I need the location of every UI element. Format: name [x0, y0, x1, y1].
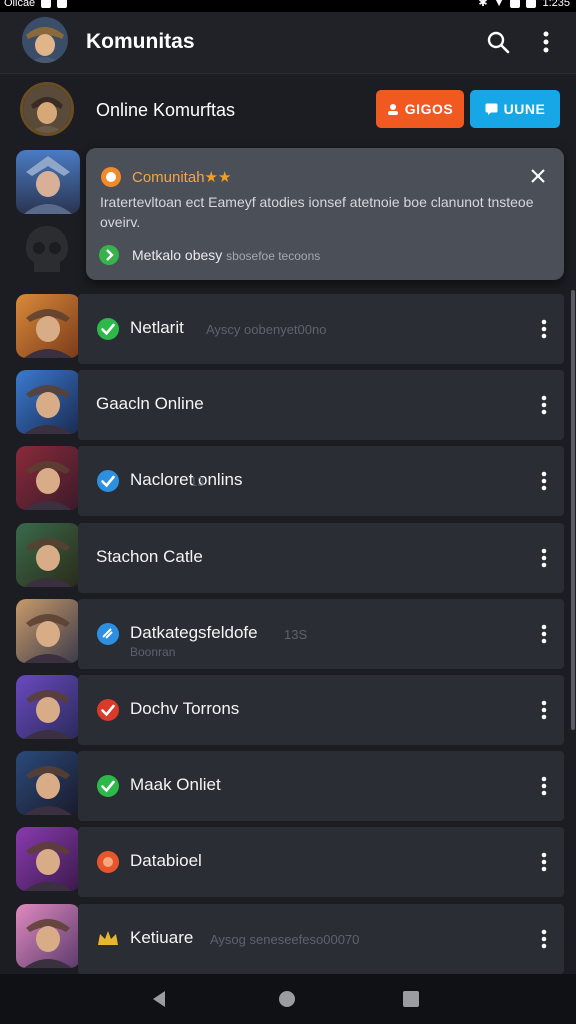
warning-check-icon — [96, 698, 120, 722]
member-avatar[interactable] — [16, 904, 80, 968]
more-options-icon[interactable] — [534, 848, 554, 876]
member-name: Ketiuare — [130, 928, 194, 947]
member-subtitle: Boonran — [130, 645, 176, 659]
check-circle-icon — [98, 244, 120, 266]
orange-button-label: GIGOS — [404, 101, 454, 117]
member-avatar[interactable] — [16, 827, 80, 891]
blue-button-label: UUNE — [503, 101, 546, 117]
member-meta: 13S — [284, 627, 308, 642]
notification-icon — [41, 0, 52, 8]
member-avatar[interactable] — [16, 446, 80, 510]
notification-footer-meta: sbosefoe tecoons — [226, 249, 321, 263]
member-avatar[interactable] — [16, 370, 80, 434]
member-name: Dochv Torrons — [130, 699, 240, 718]
list-item[interactable]: Gaacln Online — [78, 370, 564, 440]
list-item[interactable]: Dochv Torrons — [78, 675, 564, 745]
member-name: Datkategsfeldofe — [130, 623, 258, 642]
more-options-icon[interactable] — [534, 620, 554, 648]
list-item[interactable]: Maak Onliet — [78, 751, 564, 821]
list-item[interactable]: Databioel — [78, 827, 564, 897]
page-title: Komunitas — [86, 30, 195, 53]
member-name: Netlarit — [130, 318, 184, 337]
more-options-icon[interactable] — [534, 772, 554, 800]
online-community-header: Online Komurftas GIGOS UUNE — [0, 74, 576, 146]
crown-icon — [96, 927, 120, 951]
status-bar: Olicae ✱ ▼ 1:235 — [0, 0, 576, 12]
search-icon[interactable] — [484, 28, 512, 56]
more-options-icon[interactable] — [534, 315, 554, 343]
navigation-bar — [0, 974, 576, 1024]
member-meta: Ayscy oobenyet00no — [206, 322, 327, 337]
member-avatar[interactable] — [16, 523, 80, 587]
scrollbar[interactable] — [571, 290, 575, 730]
member-name: Stachon Catle — [96, 547, 203, 566]
notification-title-text: Comunitah — [132, 169, 205, 186]
member-name: Maak Onliet — [130, 775, 221, 794]
orange-dot-icon — [96, 850, 120, 874]
overflow-menu-icon[interactable] — [534, 28, 558, 56]
list-item[interactable]: Netlarit Ayscy oobenyet00no — [78, 294, 564, 364]
notification-body: Iratertevltoan ect Eameyf atodies ionsef… — [100, 194, 534, 230]
close-icon[interactable] — [526, 164, 550, 188]
user-avatar[interactable] — [22, 17, 68, 63]
community-badge-icon — [100, 166, 122, 188]
member-avatar[interactable] — [16, 675, 80, 739]
skull-icon — [22, 222, 72, 278]
online-check-icon — [96, 774, 120, 798]
member-avatar[interactable] — [16, 599, 80, 663]
more-options-icon[interactable] — [534, 467, 554, 495]
community-avatar[interactable] — [20, 82, 74, 136]
online-community-title: Online Komurftas — [96, 100, 236, 120]
recents-icon[interactable] — [398, 986, 424, 1012]
message-icon — [485, 103, 498, 115]
notification-title: Comunitah★★ — [132, 168, 231, 186]
list-item[interactable]: Nacloret onlins 13 — [78, 446, 564, 516]
member-name: Nacloret onlins — [130, 470, 243, 489]
more-options-icon[interactable] — [534, 925, 554, 953]
top-app-bar: Komunitas — [0, 12, 576, 74]
orange-action-button[interactable]: GIGOS — [376, 90, 464, 128]
home-icon[interactable] — [274, 986, 300, 1012]
member-avatar[interactable] — [16, 751, 80, 815]
bluetooth-icon: ✱ — [478, 0, 488, 9]
notification-icon-2 — [57, 0, 68, 8]
blue-action-button[interactable]: UUNE — [470, 90, 560, 128]
notification-footer-name: Metkalo obesy — [132, 247, 223, 263]
avatar[interactable] — [16, 150, 80, 214]
notification-card[interactable]: Comunitah★★ Iratertevltoan ect Eameyf at… — [86, 148, 564, 280]
status-left-text: Olicae — [4, 0, 36, 9]
more-options-icon[interactable] — [534, 544, 554, 572]
signal-icon — [510, 0, 521, 8]
member-name: Databioel — [130, 851, 202, 870]
list-item[interactable]: Datkategsfeldofe 13S Boonran — [78, 599, 564, 669]
back-icon[interactable] — [146, 986, 172, 1012]
more-options-icon[interactable] — [534, 696, 554, 724]
person-icon — [387, 104, 398, 115]
star-icon: ★★ — [204, 169, 232, 186]
more-options-icon[interactable] — [534, 391, 554, 419]
notification-footer: Metkalo obesy sbosefoe tecoons — [132, 247, 320, 263]
battery-icon — [526, 0, 537, 8]
clock: 1:235 — [542, 0, 570, 9]
list-item[interactable]: Stachon Catle — [78, 523, 564, 593]
member-avatar[interactable] — [16, 294, 80, 358]
member-meta: Aysog seneseefeso00070 — [210, 932, 360, 947]
wifi-icon: ▼ — [493, 0, 505, 9]
list-item[interactable]: Ketiuare Aysog seneseefeso00070 — [78, 904, 564, 974]
member-meta: 13 — [190, 474, 205, 489]
member-name: Gaacln Online — [96, 394, 204, 413]
slash-badge-icon — [96, 622, 120, 646]
verified-check-icon — [96, 469, 120, 493]
online-check-icon — [96, 317, 120, 341]
